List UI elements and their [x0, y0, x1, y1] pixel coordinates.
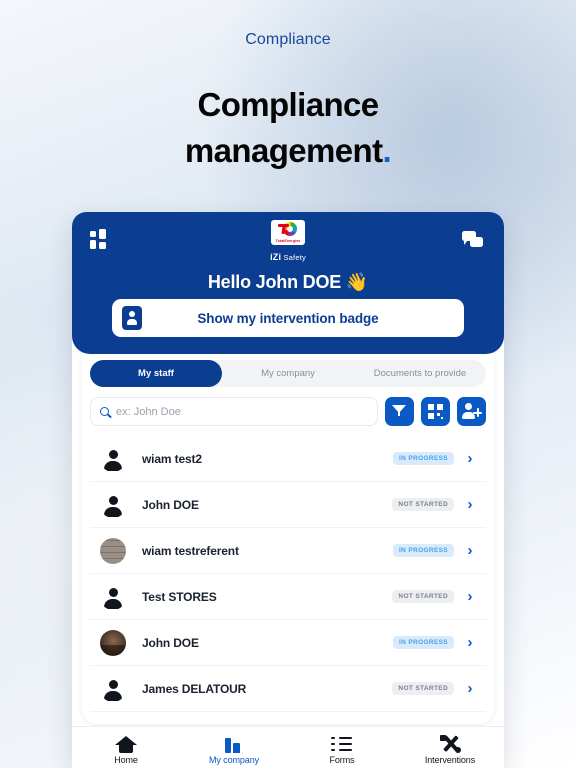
nav-label-interventions: Interventions — [424, 755, 476, 765]
id-badge-icon — [122, 306, 142, 330]
tools-icon — [439, 734, 461, 753]
tab-my-staff[interactable]: My staff — [90, 360, 222, 387]
building-icon — [223, 734, 245, 753]
avatar — [100, 446, 126, 472]
promo-title-line2: management — [184, 131, 383, 169]
promo-title-line1: Compliance — [197, 86, 379, 123]
chevron-right-icon[interactable]: › — [460, 496, 480, 513]
table-row[interactable]: John DOE IN PROGRESS › — [90, 620, 486, 666]
qr-code-button[interactable] — [421, 397, 450, 426]
filter-button[interactable] — [385, 397, 414, 426]
avatar — [100, 584, 126, 610]
table-row[interactable]: James DELATOUR NOT STARTED › — [90, 666, 486, 712]
promo-title-dot: . — [382, 131, 392, 169]
avatar — [100, 676, 126, 702]
staff-name: wiam test2 — [142, 451, 202, 466]
checklist-icon — [331, 734, 353, 753]
show-intervention-badge-button[interactable]: Show my intervention badge — [112, 299, 464, 337]
staff-name: wiam testreferent — [142, 543, 239, 558]
avatar — [100, 492, 126, 518]
chevron-right-icon[interactable]: › — [460, 542, 480, 559]
avatar — [100, 629, 126, 656]
avatar — [100, 537, 126, 564]
logo-subtitle-name: Safety — [283, 253, 306, 262]
chevron-right-icon[interactable]: › — [460, 588, 480, 605]
table-row[interactable]: Test STORES NOT STARTED › — [90, 574, 486, 620]
totalenergies-logo-icon: TotalEnergies — [271, 220, 305, 245]
bottom-navigation: Home My company Forms Interventions — [72, 726, 504, 768]
staff-name: Test STORES — [142, 589, 217, 604]
person-add-icon — [473, 408, 482, 417]
table-row[interactable]: wiam test2 IN PROGRESS › — [90, 436, 486, 482]
search-icon — [100, 407, 109, 416]
table-row[interactable]: wiam testreferent IN PROGRESS › — [90, 528, 486, 574]
tab-my-company[interactable]: My company — [222, 360, 354, 387]
status-badge: IN PROGRESS — [393, 636, 454, 649]
phone-mockup: TotalEnergies iZi Safety Hello John DOE … — [72, 212, 504, 768]
nav-label-my-company: My company — [208, 755, 260, 765]
app-header: TotalEnergies iZi Safety Hello John DOE … — [72, 212, 504, 354]
chevron-right-icon[interactable]: › — [460, 450, 480, 467]
search-box[interactable] — [90, 397, 378, 426]
home-icon — [115, 734, 137, 753]
chevron-right-icon[interactable]: › — [460, 680, 480, 697]
nav-item-my-company[interactable]: My company — [180, 727, 288, 768]
tab-documents-to-provide[interactable]: Documents to provide — [354, 360, 486, 387]
promo-eyebrow: Compliance — [245, 31, 331, 48]
staff-list[interactable]: wiam test2 IN PROGRESS › John DOE NOT ST… — [90, 436, 486, 724]
nav-label-home: Home — [114, 755, 138, 765]
status-badge: NOT STARTED — [392, 498, 454, 511]
nav-item-forms[interactable]: Forms — [288, 727, 396, 768]
status-badge: IN PROGRESS — [393, 452, 454, 465]
status-badge: IN PROGRESS — [393, 544, 454, 557]
status-badge: NOT STARTED — [392, 682, 454, 695]
search-input[interactable] — [116, 405, 377, 418]
logo-wordmark: TotalEnergies — [275, 239, 301, 243]
page-title: Compliance management. — [0, 82, 576, 173]
nav-label-forms: Forms — [329, 755, 355, 765]
logo-subtitle: iZi Safety — [72, 252, 504, 262]
tab-bar: My staff My company Documents to provide — [90, 360, 486, 387]
table-row[interactable]: John DOE NOT STARTED › — [90, 482, 486, 528]
logo-subtitle-brand: iZi — [270, 252, 282, 262]
staff-name: James DELATOUR — [142, 681, 247, 696]
chevron-right-icon[interactable]: › — [460, 634, 480, 651]
nav-item-interventions[interactable]: Interventions — [396, 727, 504, 768]
content-card: My staff My company Documents to provide — [82, 344, 494, 724]
brand-logo: TotalEnergies iZi Safety — [72, 220, 504, 262]
staff-name: John DOE — [142, 635, 199, 650]
greeting-text: Hello John DOE 👋 — [207, 272, 369, 292]
add-person-button[interactable] — [457, 397, 486, 426]
staff-name: John DOE — [142, 497, 199, 512]
status-badge: NOT STARTED — [392, 590, 454, 603]
show-intervention-badge-label: Show my intervention badge — [197, 310, 379, 326]
nav-item-home[interactable]: Home — [72, 727, 180, 768]
funnel-icon — [392, 405, 406, 416]
search-row — [90, 397, 486, 426]
